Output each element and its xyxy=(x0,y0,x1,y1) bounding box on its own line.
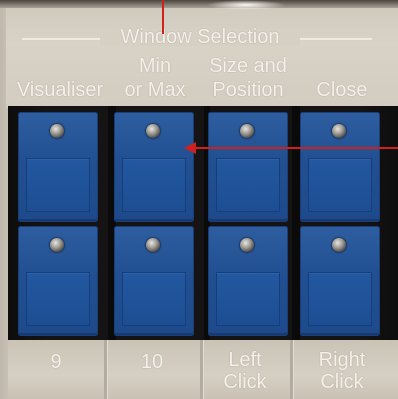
key-face xyxy=(308,158,372,212)
key-face xyxy=(216,272,280,326)
key-led xyxy=(240,238,254,252)
key-led xyxy=(146,238,160,252)
key-close-lower[interactable] xyxy=(300,226,380,336)
column-label-size-line1: Size and xyxy=(209,55,287,77)
bottom-label-9: 9 xyxy=(50,351,62,373)
key-led xyxy=(332,238,346,252)
key-led xyxy=(240,124,254,138)
keypad-photo: Window Selection Visualiser Min or Max S… xyxy=(0,0,398,399)
bottom-label-right-line1: Right xyxy=(318,349,366,371)
annotation-pointer-line xyxy=(162,0,164,34)
column-label-size-line2: Position xyxy=(212,79,284,101)
column-label-min-line1: Min xyxy=(138,55,172,77)
key-face xyxy=(216,158,280,212)
panel-top-edge xyxy=(0,0,398,8)
column-label-close: Close xyxy=(316,79,368,101)
bottom-label-left-line2: Click xyxy=(223,371,267,393)
column-label-min-line2: or Max xyxy=(124,79,186,101)
section-title: Window Selection xyxy=(120,26,280,48)
key-face xyxy=(122,158,186,212)
bottom-label-left-line1: Left xyxy=(228,349,262,371)
bottom-label-right-line2: Click xyxy=(320,371,364,393)
key-led xyxy=(50,238,64,252)
key-face xyxy=(26,272,90,326)
key-visualiser-lower[interactable] xyxy=(18,226,98,336)
key-led xyxy=(146,124,160,138)
key-min-max-upper[interactable] xyxy=(114,112,194,222)
bottom-label-10: 10 xyxy=(140,351,164,373)
column-label-visualiser: Visualiser xyxy=(16,79,104,101)
key-size-position-upper[interactable] xyxy=(208,112,288,222)
annotation-arrow-head xyxy=(184,142,196,154)
key-face xyxy=(26,158,90,212)
key-led xyxy=(50,124,64,138)
key-min-max-lower[interactable] xyxy=(114,226,194,336)
light-reflection xyxy=(206,0,286,10)
key-face xyxy=(122,272,186,326)
key-close-upper[interactable] xyxy=(300,112,380,222)
key-gap xyxy=(292,106,300,342)
annotation-arrow-line xyxy=(192,147,398,149)
key-visualiser-upper[interactable] xyxy=(18,112,98,222)
key-face xyxy=(308,272,372,326)
key-led xyxy=(332,124,346,138)
key-size-position-lower[interactable] xyxy=(208,226,288,336)
